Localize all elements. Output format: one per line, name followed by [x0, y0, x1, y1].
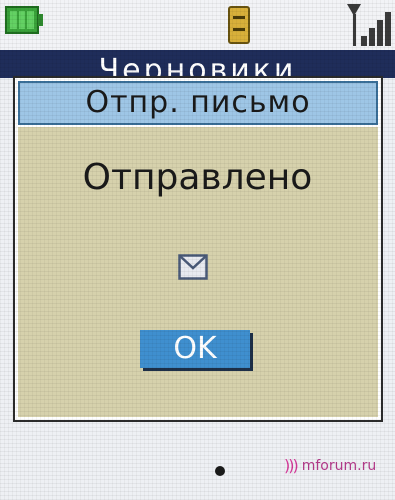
- memory-card-icon: [228, 6, 250, 44]
- screen-title-bar: Черновики: [0, 50, 395, 78]
- signal-strength-icon: [345, 4, 391, 46]
- screen-title: Черновики: [98, 53, 297, 79]
- watermark-text: mforum.ru: [301, 458, 377, 474]
- dialog-header: Отпр. письмо: [18, 81, 378, 125]
- ok-button[interactable]: OK: [140, 330, 250, 368]
- dialog-title: Отпр. письмо: [85, 85, 311, 120]
- envelope-icon: [178, 254, 208, 280]
- ok-button-label: OK: [173, 331, 217, 366]
- battery-icon: [5, 6, 43, 34]
- send-message-dialog: Отпр. письмо: [13, 76, 383, 422]
- watermark: ))) mforum.ru: [284, 456, 376, 476]
- status-bar: [0, 0, 395, 50]
- page-indicator-dot: [215, 466, 225, 476]
- status-message: Отправлено: [82, 157, 313, 198]
- wireless-waves-icon: ))): [284, 456, 299, 475]
